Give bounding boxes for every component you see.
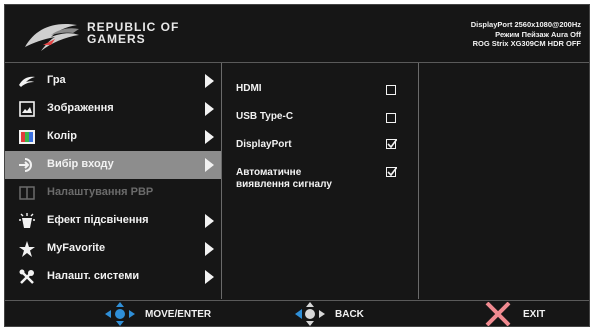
back-label: BACK [335, 309, 364, 320]
osd-footer: MOVE/ENTER BACK EXIT [5, 300, 589, 328]
menu-item-pbp-settings: Налаштування PBP [5, 179, 221, 207]
menu-item-label: Налашт. системи [47, 270, 140, 282]
menu-item-system-setup[interactable]: Налашт. системи [5, 263, 221, 291]
menu-item-label: Колір [47, 130, 77, 142]
move-enter-button[interactable]: MOVE/ENTER [105, 301, 235, 328]
menu-item-lighting-effect[interactable]: Ефект підсвічення [5, 207, 221, 235]
chevron-right-icon [205, 74, 214, 88]
back-button[interactable]: BACK [295, 301, 385, 328]
brand-line2: GAMERS [87, 32, 146, 46]
menu-item-label: Зображення [47, 102, 114, 114]
wrench-icon [19, 269, 34, 284]
menu-item-label: Ефект підсвічення [47, 214, 149, 226]
move-enter-label: MOVE/ENTER [145, 309, 212, 320]
status-line2: Режим Пейзаж Aura Off [495, 29, 581, 39]
menu-item-label: Вибір входу [47, 158, 114, 170]
input-select-submenu: HDMI USB Type-C DisplayPort Автоматичне … [222, 63, 419, 299]
displayport-checkbox[interactable] [386, 139, 397, 149]
submenu-item-displayport[interactable]: DisplayPort [236, 139, 292, 151]
menu-item-input-select[interactable]: Вибір входу [5, 151, 221, 179]
brand-text: REPUBLIC OF GAMERS [87, 21, 179, 45]
chevron-right-icon [205, 102, 214, 116]
menu-item-color[interactable]: Колір [5, 123, 221, 151]
menu-item-myfavorite[interactable]: MyFavorite [5, 235, 221, 263]
submenu-item-hdmi[interactable]: HDMI [236, 83, 262, 95]
status-line1: DisplayPort 2560x1080@200Hz [470, 20, 581, 29]
menu-item-image[interactable]: Зображення [5, 95, 221, 123]
submenu-item-usb-type-c[interactable]: USB Type-C [236, 111, 293, 123]
chevron-right-icon [205, 130, 214, 144]
close-icon [485, 302, 511, 326]
joystick-back-icon [295, 302, 325, 326]
chevron-right-icon [205, 242, 214, 256]
exit-label: EXIT [523, 309, 546, 320]
input-icon [19, 158, 32, 172]
chevron-right-icon [205, 158, 214, 172]
status-info: DisplayPort 2560x1080@200Hz Режим Пейзаж… [471, 20, 581, 49]
menu-item-label: Гра [47, 74, 66, 86]
chevron-right-icon [205, 214, 214, 228]
submenu-item-auto-signal-detect[interactable]: Автоматичне виявлення сигналу [236, 167, 332, 191]
status-line3: ROG Strix XG309CM HDR OFF [472, 39, 581, 48]
menu-item-label: Налаштування PBP [47, 186, 154, 198]
osd-header: REPUBLIC OF GAMERS DisplayPort 2560x1080… [5, 5, 589, 63]
osd-panel: REPUBLIC OF GAMERS DisplayPort 2560x1080… [4, 4, 590, 327]
lighting-icon [19, 213, 35, 228]
checkmark-icon [387, 167, 397, 177]
auto-signal-checkbox[interactable] [386, 167, 397, 177]
auto-signal-label-line2: виявлення сигналу [236, 179, 332, 190]
main-menu: Гра Зображення Колір Вибір входу Налашту… [5, 63, 222, 299]
rog-eye-icon [19, 76, 35, 87]
image-icon [19, 101, 35, 117]
hdmi-checkbox[interactable] [386, 85, 396, 95]
checkmark-icon [387, 139, 397, 149]
exit-button[interactable]: EXIT [485, 301, 565, 328]
usb-type-c-checkbox[interactable] [386, 113, 396, 123]
joystick-move-icon [105, 302, 135, 326]
pbp-icon [19, 186, 35, 200]
chevron-right-icon [205, 270, 214, 284]
menu-item-game[interactable]: Гра [5, 67, 221, 95]
menu-item-label: MyFavorite [47, 242, 106, 254]
star-icon [19, 241, 35, 257]
color-icon [19, 130, 35, 144]
auto-signal-label-line1: Автоматичне [236, 167, 302, 178]
